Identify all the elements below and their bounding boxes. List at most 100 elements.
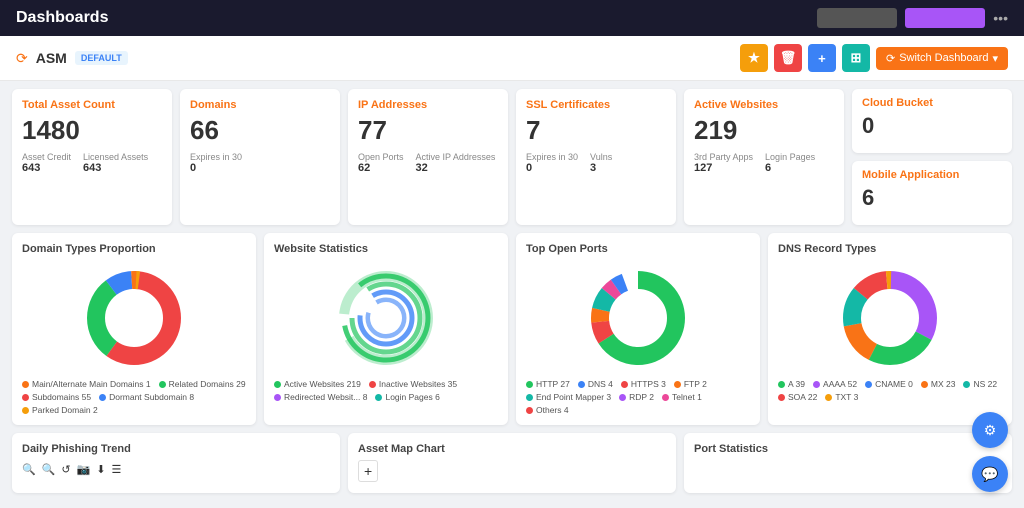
asm-label: ASM bbox=[36, 50, 67, 66]
legend-cname: CNAME 0 bbox=[865, 379, 913, 389]
stat-card-ip: IP Addresses 77 Open Ports 62 Active IP … bbox=[348, 89, 508, 225]
default-badge: DEFAULT bbox=[75, 51, 128, 65]
stat-value-cloud-bucket: 0 bbox=[862, 113, 1002, 139]
legend-https: HTTPS 3 bbox=[621, 379, 666, 389]
donut-website-stats bbox=[274, 263, 498, 373]
legend-soa: SOA 22 bbox=[778, 392, 817, 402]
stat-sub-3rdparty: 3rd Party Apps 127 bbox=[694, 152, 753, 174]
star-button[interactable]: ★ bbox=[740, 44, 768, 72]
page-title: Dashboards bbox=[16, 9, 108, 27]
donut-dns-records bbox=[778, 263, 1002, 373]
stat-card-ssl: SSL Certificates 7 Expires in 30 0 Vulns… bbox=[516, 89, 676, 225]
chart-title-phishing: Daily Phishing Trend bbox=[22, 443, 330, 455]
stat-sub-ssl-expires: Expires in 30 0 bbox=[526, 152, 578, 174]
download-icon[interactable]: ⬇ bbox=[96, 463, 105, 476]
chart-title-asset-map: Asset Map Chart bbox=[358, 443, 666, 455]
stat-title-ip: IP Addresses bbox=[358, 99, 498, 111]
legend-dns: DNS 4 bbox=[578, 379, 613, 389]
sub-header: ⟳ ASM DEFAULT ★ 🗑 + ⊞ ⟳ Switch Dashboard… bbox=[0, 36, 1024, 81]
donut-domain-types bbox=[22, 263, 246, 373]
stat-sub-ssl: Expires in 30 0 Vulns 3 bbox=[526, 152, 666, 174]
switch-icon: ⟳ bbox=[886, 52, 895, 65]
bottom-card-port-stats: Port Statistics bbox=[684, 433, 1012, 493]
chart-title-top-ports: Top Open Ports bbox=[526, 243, 750, 255]
switch-dashboard-button[interactable]: ⟳ Switch Dashboard ▾ bbox=[876, 47, 1008, 70]
stat-sub-total-asset: Asset Credit 643 Licensed Assets 643 bbox=[22, 152, 162, 174]
stat-title-mobile-app: Mobile Application bbox=[862, 169, 1002, 181]
legend-parked: Parked Domain 2 bbox=[22, 405, 98, 415]
stat-value-mobile-app: 6 bbox=[862, 185, 1002, 211]
asset-map-toolbar: + bbox=[358, 463, 666, 479]
menu-icon[interactable]: ☰ bbox=[112, 463, 122, 476]
phishing-toolbar: 🔍 🔍 ↺ 📷 ⬇ ☰ bbox=[22, 463, 330, 476]
chart-legend-top-ports: HTTP 27 DNS 4 HTTPS 3 FTP 2 End Point Ma… bbox=[526, 379, 750, 415]
stat-card-domains: Domains 66 Expires in 30 0 bbox=[180, 89, 340, 225]
stat-sub-ip: Open Ports 62 Active IP Addresses 32 bbox=[358, 152, 498, 174]
legend-txt: TXT 3 bbox=[825, 392, 858, 402]
grid-button[interactable]: ⊞ bbox=[842, 44, 870, 72]
chart-top-ports: Top Open Ports HTTP 27 DNS 4 HTTPS 3 bbox=[516, 233, 760, 425]
stat-value-domains: 66 bbox=[190, 115, 330, 146]
camera-icon[interactable]: 📷 bbox=[77, 463, 91, 476]
add-button[interactable]: + bbox=[808, 44, 836, 72]
chart-title-website-stats: Website Statistics bbox=[274, 243, 498, 255]
stat-value-total-asset: 1480 bbox=[22, 115, 162, 146]
legend-ns: NS 22 bbox=[963, 379, 997, 389]
top-nav-right: ••• bbox=[817, 8, 1008, 28]
reset-icon[interactable]: ↺ bbox=[61, 463, 70, 476]
donut-top-ports bbox=[526, 263, 750, 373]
chart-website-stats: Website Statistics Active Websites 219 I… bbox=[264, 233, 508, 425]
stat-sub-expires-30: Expires in 30 0 bbox=[190, 152, 242, 174]
legend-related-domains: Related Domains 29 bbox=[159, 379, 246, 389]
plan-badge bbox=[905, 8, 985, 28]
stat-value-ip: 77 bbox=[358, 115, 498, 146]
bottom-card-phishing: Daily Phishing Trend 🔍 🔍 ↺ 📷 ⬇ ☰ bbox=[12, 433, 340, 493]
bottom-row: Daily Phishing Trend 🔍 🔍 ↺ 📷 ⬇ ☰ Asset M… bbox=[0, 433, 1024, 501]
chart-dns-records: DNS Record Types A 39 AAAA 52 CNAME bbox=[768, 233, 1012, 425]
charts-row: Domain Types Proportion Main/Alternate M… bbox=[0, 233, 1024, 433]
legend-http: HTTP 27 bbox=[526, 379, 570, 389]
stat-sub-licensed-assets: Licensed Assets 643 bbox=[83, 152, 148, 174]
chevron-down-icon: ▾ bbox=[992, 52, 998, 65]
legend-main-domains: Main/Alternate Main Domains 1 bbox=[22, 379, 151, 389]
plus-icon[interactable]: + bbox=[358, 460, 378, 482]
bottom-card-asset-map: Asset Map Chart + bbox=[348, 433, 676, 493]
legend-active-websites: Active Websites 219 bbox=[274, 379, 361, 389]
chart-title-domain-types: Domain Types Proportion bbox=[22, 243, 246, 255]
legend-redirected: Redirected Websit... 8 bbox=[274, 392, 367, 402]
stat-sub-asset-credit: Asset Credit 643 bbox=[22, 152, 71, 174]
stat-title-domains: Domains bbox=[190, 99, 330, 111]
legend-rdp: RDP 2 bbox=[619, 392, 654, 402]
stat-card-cloud-bucket: Cloud Bucket 0 bbox=[852, 89, 1012, 153]
legend-dormant: Dormant Subdomain 8 bbox=[99, 392, 194, 402]
zoom-out-icon[interactable]: 🔍 bbox=[42, 463, 56, 476]
chart-title-dns-records: DNS Record Types bbox=[778, 243, 1002, 255]
chart-legend-dns: A 39 AAAA 52 CNAME 0 MX 23 NS 22 SOA 22 … bbox=[778, 379, 1002, 402]
stat-sub-websites: 3rd Party Apps 127 Login Pages 6 bbox=[694, 152, 834, 174]
legend-others: Others 4 bbox=[526, 405, 569, 415]
zoom-in-icon[interactable]: 🔍 bbox=[22, 463, 36, 476]
chart-legend-domain-types: Main/Alternate Main Domains 1 Related Do… bbox=[22, 379, 246, 415]
stat-card-mobile-app: Mobile Application 6 bbox=[852, 161, 1012, 225]
settings-float-button[interactable]: ⚙ bbox=[972, 412, 1008, 448]
legend-a: A 39 bbox=[778, 379, 805, 389]
stat-sub-active-ip: Active IP Addresses 32 bbox=[416, 152, 496, 174]
stat-sub-login-pages: Login Pages 6 bbox=[765, 152, 815, 174]
legend-login-pages: Login Pages 6 bbox=[375, 392, 439, 402]
chart-legend-website-stats: Active Websites 219 Inactive Websites 35… bbox=[274, 379, 498, 402]
stat-title-ssl: SSL Certificates bbox=[526, 99, 666, 111]
chart-title-port-stats: Port Statistics bbox=[694, 443, 1002, 455]
delete-button[interactable]: 🗑 bbox=[774, 44, 802, 72]
chat-float-button[interactable]: 💬 bbox=[972, 456, 1008, 492]
stat-title-websites: Active Websites bbox=[694, 99, 834, 111]
top-nav: Dashboards ••• bbox=[0, 0, 1024, 36]
legend-telnet: Telnet 1 bbox=[662, 392, 702, 402]
asm-icon: ⟳ bbox=[16, 50, 28, 67]
floating-buttons: ⚙ 💬 bbox=[972, 412, 1008, 492]
stat-card-total-asset: Total Asset Count 1480 Asset Credit 643 … bbox=[12, 89, 172, 225]
stat-value-websites: 219 bbox=[694, 115, 834, 146]
stat-title-total-asset: Total Asset Count bbox=[22, 99, 162, 111]
legend-ftp: FTP 2 bbox=[674, 379, 707, 389]
stat-value-ssl: 7 bbox=[526, 115, 666, 146]
more-options[interactable]: ••• bbox=[993, 10, 1008, 26]
